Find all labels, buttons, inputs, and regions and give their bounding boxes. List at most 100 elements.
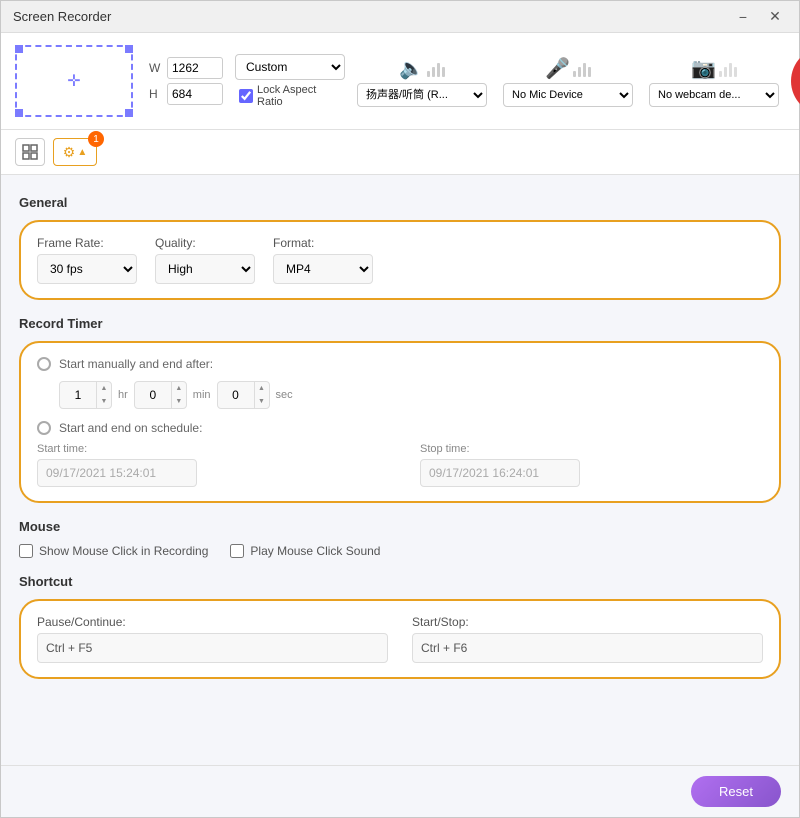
speaker-select[interactable]: 扬声器/听筒 (R... — [357, 83, 487, 107]
webcam-select[interactable]: No webcam de... — [649, 83, 779, 107]
hr-unit: hr — [118, 389, 128, 401]
sec-input[interactable] — [218, 382, 254, 408]
quality-group: Quality: Low Medium High Lossless — [155, 236, 255, 284]
height-input[interactable] — [167, 83, 223, 105]
record-timer-group: Start manually and end after: ▲ ▼ hr ▲ ▼ — [19, 341, 781, 503]
main-window: Screen Recorder − ✕ ✛ W H — [0, 0, 800, 818]
hr-input[interactable] — [60, 382, 96, 408]
webcam-icon: 📷 — [691, 56, 716, 81]
sec-down-btn[interactable]: ▼ — [255, 395, 269, 408]
min-down-btn[interactable]: ▼ — [172, 395, 186, 408]
layout-icon — [22, 144, 38, 160]
chevron-up-icon: ▲ — [77, 147, 87, 158]
manual-label: Start manually and end after: — [59, 357, 213, 371]
webcam-icon-row: 📷 — [691, 56, 737, 81]
window-title: Screen Recorder — [13, 9, 731, 24]
preset-select[interactable]: Custom Full Screen 1920×1080 1280×720 — [235, 54, 345, 80]
play-sound-checkbox[interactable] — [230, 544, 244, 558]
min-up-btn[interactable]: ▲ — [172, 382, 186, 395]
sec-spinners: ▲ ▼ — [254, 382, 269, 408]
play-sound-label: Play Mouse Click Sound — [250, 544, 380, 558]
general-group: Frame Rate: 15 fps 20 fps 24 fps 30 fps … — [19, 220, 781, 300]
wbar3 — [729, 63, 732, 77]
reset-button[interactable]: Reset — [691, 776, 781, 807]
capture-area[interactable]: ✛ — [15, 45, 133, 117]
bar4 — [442, 67, 445, 77]
lock-label: Lock AspectRatio — [257, 84, 316, 108]
minimize-button[interactable]: − — [731, 5, 755, 29]
width-input[interactable] — [167, 57, 223, 79]
width-label: W — [149, 61, 163, 75]
webcam-item: 📷 No webcam de... — [649, 56, 779, 107]
sec-up-btn[interactable]: ▲ — [255, 382, 269, 395]
frame-rate-select[interactable]: 15 fps 20 fps 24 fps 30 fps 60 fps — [37, 254, 137, 284]
rec-button[interactable]: REC — [791, 47, 800, 115]
start-time-label: Start time: — [37, 443, 380, 455]
start-time-group: Start time: — [37, 443, 380, 487]
stop-time-input[interactable] — [420, 459, 580, 487]
audio-section: 🔈 扬声器/听筒 (R... 🎤 — [357, 56, 779, 107]
shortcut-row: Pause/Continue: Start/Stop: — [37, 615, 763, 663]
bar3 — [437, 63, 440, 77]
pause-input[interactable] — [37, 633, 388, 663]
show-click-item: Show Mouse Click in Recording — [19, 544, 208, 558]
hr-down-btn[interactable]: ▼ — [97, 395, 111, 408]
lock-checkbox[interactable] — [239, 89, 253, 103]
hr-input-wrap: ▲ ▼ — [59, 381, 112, 409]
start-time-input[interactable] — [37, 459, 197, 487]
corner-tl — [15, 45, 23, 53]
sec-input-wrap: ▲ ▼ — [217, 381, 270, 409]
start-stop-input[interactable] — [412, 633, 763, 663]
main-content: General Frame Rate: 15 fps 20 fps 24 fps… — [1, 175, 799, 765]
sec-unit: sec — [276, 389, 293, 401]
play-sound-item: Play Mouse Click Sound — [230, 544, 380, 558]
hr-up-btn[interactable]: ▲ — [97, 382, 111, 395]
mic-item: 🎤 No Mic Device — [503, 56, 633, 107]
manual-timer-row: Start manually and end after: — [37, 357, 763, 371]
format-group: Format: MP4 MOV AVI FLV TS GIF — [273, 236, 373, 284]
mic-select[interactable]: No Mic Device — [503, 83, 633, 107]
height-label: H — [149, 87, 163, 101]
mouse-section: Mouse Show Mouse Click in Recording Play… — [19, 519, 781, 558]
wbar4 — [734, 67, 737, 77]
schedule-label: Start and end on schedule: — [59, 421, 202, 435]
min-input-wrap: ▲ ▼ — [134, 381, 187, 409]
speaker-bars — [427, 59, 445, 77]
start-stop-label: Start/Stop: — [412, 615, 763, 629]
timer-inputs: ▲ ▼ hr ▲ ▼ min ▲ ▼ — [59, 381, 763, 409]
mouse-section-title: Mouse — [19, 519, 781, 534]
show-click-checkbox[interactable] — [19, 544, 33, 558]
bar2 — [432, 67, 435, 77]
manual-radio[interactable] — [37, 357, 51, 371]
format-select[interactable]: MP4 MOV AVI FLV TS GIF — [273, 254, 373, 284]
format-label: Format: — [273, 236, 373, 250]
corner-tr — [125, 45, 133, 53]
settings-bar: ⚙ ▲ 1 — [1, 130, 799, 175]
mic-icon: 🎤 — [545, 56, 570, 81]
mbar2 — [578, 67, 581, 77]
settings-gear-button[interactable]: ⚙ ▲ 1 — [53, 138, 97, 166]
min-input[interactable] — [135, 382, 171, 408]
webcam-bars — [719, 59, 737, 77]
shortcut-section-title: Shortcut — [19, 574, 781, 589]
width-row: W — [149, 57, 223, 79]
stop-time-label: Stop time: — [420, 443, 763, 455]
wbar1 — [719, 71, 722, 77]
layout-icon-button[interactable] — [15, 138, 45, 166]
shortcut-group: Pause/Continue: Start/Stop: — [19, 599, 781, 679]
gear-icon: ⚙ — [63, 144, 76, 161]
record-timer-section-title: Record Timer — [19, 316, 781, 331]
bar1 — [427, 71, 430, 77]
schedule-radio[interactable] — [37, 421, 51, 435]
general-row: Frame Rate: 15 fps 20 fps 24 fps 30 fps … — [37, 236, 763, 284]
settings-badge: 1 — [88, 131, 104, 147]
pause-group: Pause/Continue: — [37, 615, 388, 663]
mouse-checkbox-row: Show Mouse Click in Recording Play Mouse… — [19, 544, 781, 558]
footer: Reset — [1, 765, 799, 817]
height-row: H — [149, 83, 223, 105]
capture-center-icon: ✛ — [67, 71, 80, 91]
toolbar: ✛ W H Custom Full Screen 1920×1080 1280×… — [1, 33, 799, 130]
close-button[interactable]: ✕ — [763, 5, 787, 29]
schedule-row: Start and end on schedule: — [37, 421, 763, 435]
quality-select[interactable]: Low Medium High Lossless — [155, 254, 255, 284]
